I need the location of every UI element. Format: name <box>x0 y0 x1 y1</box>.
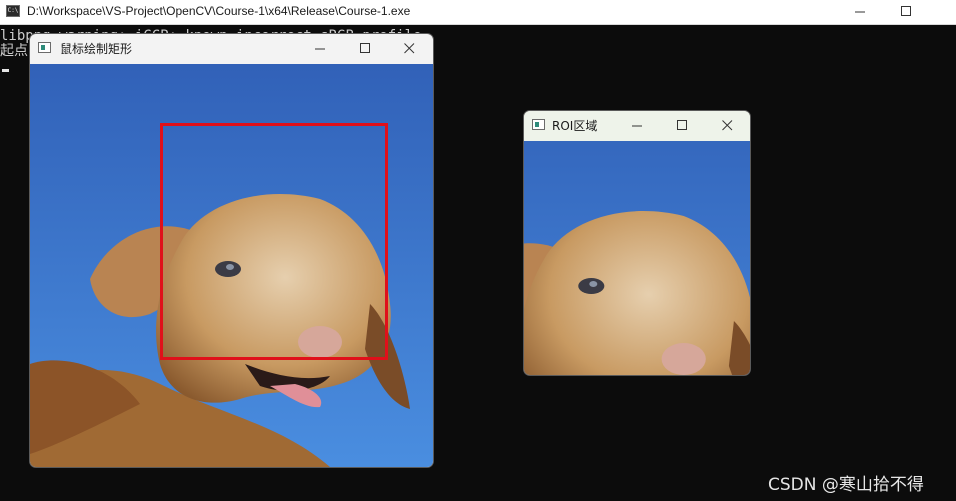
roi-window-titlebar[interactable]: ROI区域 <box>524 111 750 141</box>
roi-canvas <box>524 111 750 375</box>
roi-minimize-button[interactable] <box>615 111 661 141</box>
console-minimize-button[interactable] <box>837 0 883 24</box>
close-icon <box>404 43 415 54</box>
image-canvas[interactable] <box>30 64 433 467</box>
main-minimize-button[interactable] <box>298 34 344 64</box>
main-image-window[interactable]: 鼠标绘制矩形 <box>29 33 434 468</box>
main-window-title: 鼠标绘制矩形 <box>60 42 133 56</box>
main-maximize-button[interactable] <box>343 34 389 64</box>
window-app-icon <box>38 42 51 53</box>
close-icon <box>722 120 733 131</box>
maximize-icon <box>677 120 687 130</box>
minimize-icon <box>855 11 865 13</box>
watermark: CSDN @寒山拾不得 <box>768 475 924 495</box>
roi-close-button[interactable] <box>705 111 750 141</box>
maximize-icon <box>901 6 911 16</box>
console-app-icon: C:\ <box>6 5 20 17</box>
minimize-icon <box>315 48 325 50</box>
console-titlebar: C:\ D:\Workspace\VS-Project\OpenCV\Cours… <box>0 0 956 25</box>
roi-window[interactable]: ROI区域 <box>523 110 751 376</box>
roi-maximize-button[interactable] <box>660 111 706 141</box>
window-app-icon <box>532 119 545 130</box>
console-window-title: D:\Workspace\VS-Project\OpenCV\Course-1\… <box>27 4 411 18</box>
sheep-image <box>30 64 433 467</box>
maximize-icon <box>360 43 370 53</box>
roi-window-title: ROI区域 <box>552 119 598 133</box>
console-maximize-button[interactable] <box>883 0 929 24</box>
main-window-titlebar[interactable]: 鼠标绘制矩形 <box>30 34 433 64</box>
roi-image <box>524 111 750 375</box>
console-line: 起点 <box>0 43 28 59</box>
main-close-button[interactable] <box>387 34 433 64</box>
minimize-icon <box>632 125 642 127</box>
console-cursor <box>2 69 9 72</box>
